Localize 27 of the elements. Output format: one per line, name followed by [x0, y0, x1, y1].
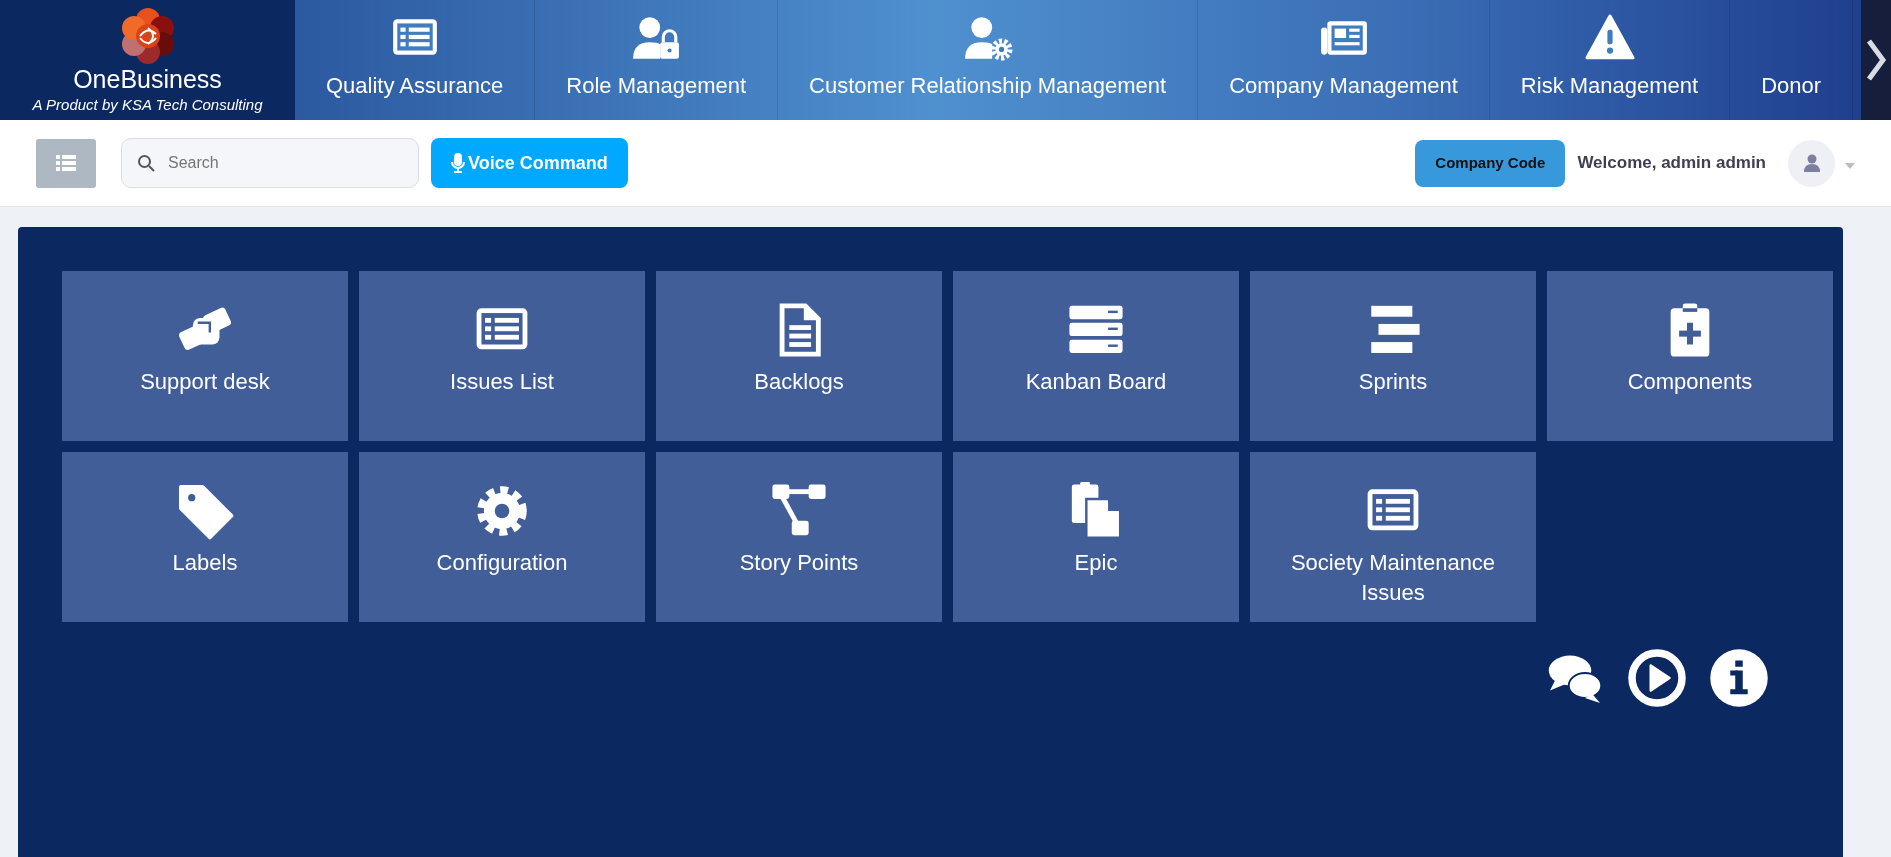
module-tile[interactable]: Epic [953, 452, 1239, 622]
module-tile[interactable]: Labels [62, 452, 348, 622]
module-tile[interactable]: Components [1547, 271, 1833, 441]
microphone-icon [451, 153, 465, 173]
module-tile[interactable]: Kanban Board [953, 271, 1239, 441]
chevron-right-icon [1865, 37, 1887, 83]
module-tile[interactable]: Sprints [1250, 271, 1536, 441]
search-field[interactable]: Search [121, 138, 419, 188]
tag-icon [176, 482, 234, 540]
module-tile[interactable]: Support desk [62, 271, 348, 441]
info-button[interactable] [1709, 648, 1769, 708]
module-tile[interactable]: Backlogs [656, 271, 942, 441]
brand-name: OneBusiness [73, 66, 222, 94]
welcome-text: Welcome, admin admin [1577, 152, 1766, 175]
scroll-right-button[interactable] [1861, 0, 1891, 120]
play-icon [1627, 648, 1687, 708]
module-tile[interactable]: Configuration [359, 452, 645, 622]
module-tile[interactable]: Issues List [359, 271, 645, 441]
user-icon [1803, 154, 1820, 172]
module-tile[interactable]: Society Maintenance Issues [1250, 452, 1536, 622]
brand-tagline: A Product by KSA Tech Consulting [32, 94, 263, 115]
user-avatar[interactable] [1788, 139, 1835, 187]
menu-icon [56, 155, 76, 171]
play-button[interactable] [1627, 648, 1687, 708]
module-tile[interactable]: Story Points [656, 452, 942, 622]
company-code-button[interactable]: Company Code [1415, 139, 1566, 187]
info-icon [1709, 648, 1769, 708]
